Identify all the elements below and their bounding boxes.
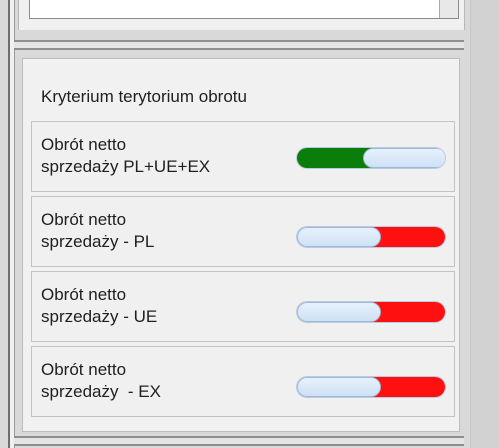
criteria-row-ue: Obrót netto sprzedaży - UE	[31, 271, 455, 342]
criteria-row-pl: Obrót netto sprzedaży - PL	[31, 196, 455, 267]
toggle-switch[interactable]	[296, 147, 446, 169]
left-border	[8, 0, 15, 448]
row-label: Obrót netto sprzedaży - PL	[41, 210, 155, 251]
row-label: Obrót netto sprzedaży PL+UE+EX	[41, 135, 211, 176]
right-scroll-area[interactable]	[470, 0, 499, 448]
criteria-row-ex: Obrót netto sprzedaży - EX	[31, 346, 455, 417]
splitter-top[interactable]	[14, 40, 464, 50]
row-label: Obrót netto sprzedaży - EX	[41, 360, 161, 401]
toggle-knob[interactable]	[297, 302, 381, 322]
top-input-button[interactable]	[439, 0, 458, 18]
panel-title: Kryterium terytorium obrotu	[41, 87, 247, 106]
splitter-bottom[interactable]	[14, 436, 464, 446]
window-frame: Kryterium terytorium obrotu Obrót netto …	[0, 0, 499, 448]
toggle-switch[interactable]	[296, 376, 446, 398]
toggle-knob[interactable]	[297, 227, 381, 247]
toggle-switch[interactable]	[296, 301, 446, 323]
top-input-field[interactable]	[29, 0, 459, 19]
criteria-row-pl-ue-ex: Obrót netto sprzedaży PL+UE+EX	[31, 121, 455, 192]
row-label: Obrót netto sprzedaży - UE	[41, 285, 158, 326]
top-panel	[18, 0, 465, 30]
toggle-switch[interactable]	[296, 226, 446, 248]
toggle-knob[interactable]	[297, 377, 381, 397]
territory-criteria-panel: Kryterium terytorium obrotu Obrót netto …	[22, 58, 460, 432]
toggle-knob[interactable]	[363, 148, 445, 168]
